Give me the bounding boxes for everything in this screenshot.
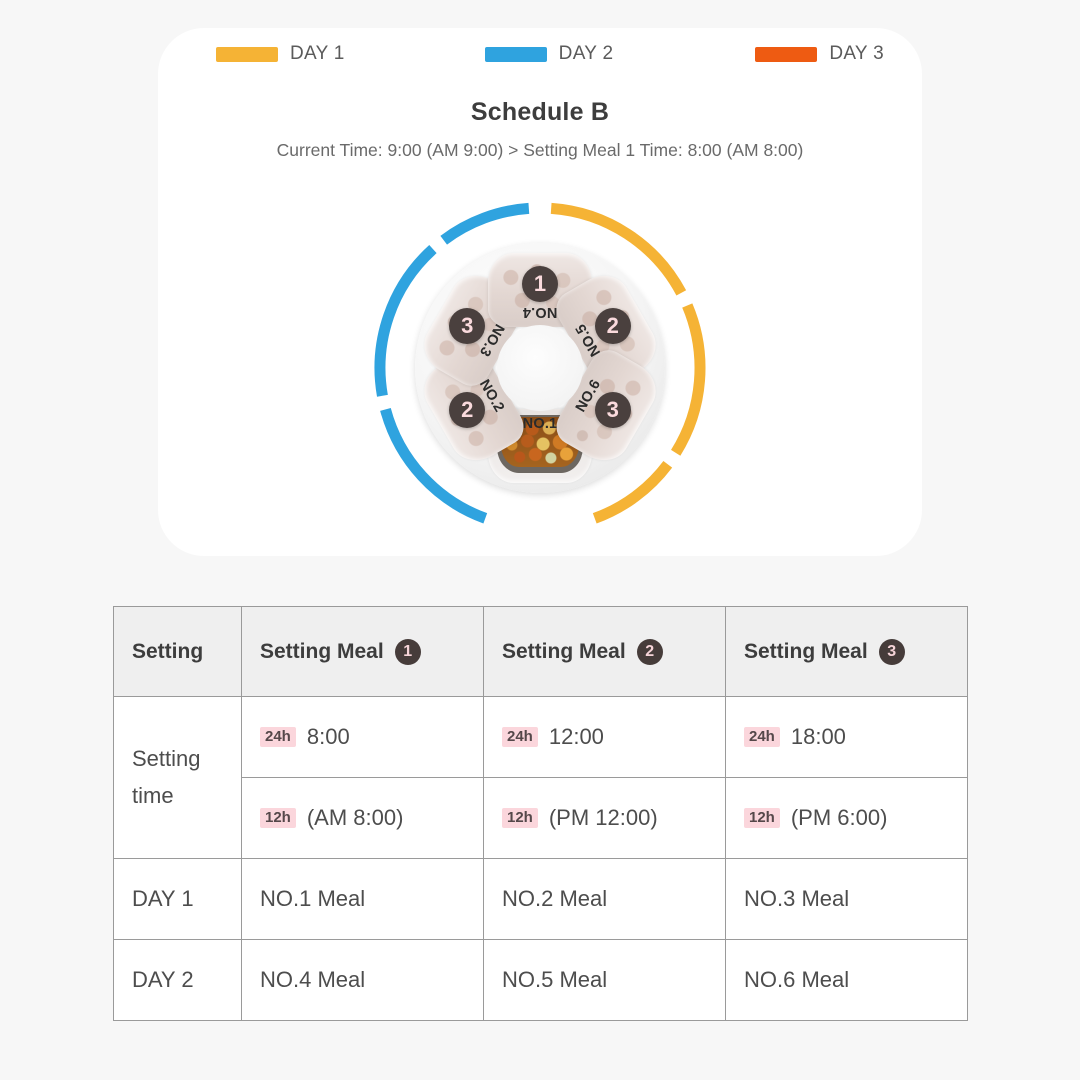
value-12h-3: (PM 6:00) [790, 805, 888, 830]
legend-label-day2: DAY 2 [558, 43, 614, 64]
schedule-title: Schedule B [470, 98, 610, 126]
day1-meal-1: NO.1 Meal [241, 858, 484, 940]
chip-24h-1: 24h [260, 727, 296, 747]
header-meal-2-badge: 2 [636, 638, 663, 665]
header-meal-3-label: Setting Meal [744, 639, 868, 663]
header-meal-1-label: Setting Meal [260, 639, 384, 663]
meal-badge-no6: 3 [594, 392, 631, 428]
cell-12h-meal-3: 12h (PM 6:00) [725, 777, 968, 859]
cell-12h-meal-2: 12h (PM 12:00) [483, 777, 726, 859]
table-row-day1: DAY 1 NO.1 Meal NO.2 Meal NO.3 Meal [113, 858, 968, 940]
chip-24h-3: 24h [744, 727, 780, 747]
compartment-label-no1: NO.1 [522, 416, 558, 432]
table-row-24h: Setting time 24h 8:00 24h 12:00 24h 18:0… [113, 696, 968, 859]
meal-badge-no5: 2 [594, 308, 631, 344]
schedule-table: Setting Setting Meal 1 Setting Meal 2 Se… [113, 606, 968, 1021]
feeder-wheel: NO.1 NO.2 NO.3 NO.4 NO.5 NO.6 23123 [365, 193, 715, 543]
legend-label-day1: DAY 1 [290, 43, 345, 64]
chip-12h-1: 12h [260, 808, 296, 828]
header-meal-1-badge: 1 [394, 638, 421, 665]
value-24h-1: 8:00 [306, 724, 350, 749]
legend-label-day3: DAY 3 [829, 43, 885, 64]
value-12h-2: (PM 12:00) [548, 805, 658, 830]
day-legend: DAY 1 DAY 2 DAY 3 [158, 36, 922, 72]
legend-swatch-day2 [484, 46, 547, 62]
day1-meal-3: NO.3 Meal [725, 858, 968, 940]
day2-meal-2: NO.5 Meal [483, 939, 726, 1021]
day1-label: DAY 1 [113, 858, 242, 940]
ring-arc-segment-4 [671, 303, 706, 456]
chip-24h-2: 24h [502, 727, 538, 747]
header-setting-meal-2: Setting Meal 2 [483, 606, 726, 697]
setting-time-label: Setting time [113, 696, 242, 859]
legend-item-day2: DAY 2 [484, 43, 614, 65]
tray-hub [497, 325, 583, 411]
cell-24h-meal-3: 24h 18:00 [725, 696, 968, 778]
table-header-row: Setting Setting Meal 1 Setting Meal 2 Se… [113, 606, 968, 697]
day2-meal-1: NO.4 Meal [241, 939, 484, 1021]
header-setting-meal-3: Setting Meal 3 [725, 606, 968, 697]
chip-12h-3: 12h [744, 808, 780, 828]
table-row-day2: DAY 2 NO.4 Meal NO.5 Meal NO.6 Meal [113, 939, 968, 1021]
header-setting-meal-1: Setting Meal 1 [241, 606, 484, 697]
cell-12h-meal-1: 12h (AM 8:00) [241, 777, 484, 859]
page-root: DAY 1 DAY 2 DAY 3 Schedule B Current Tim… [0, 0, 1080, 1080]
legend-item-day3: DAY 3 [755, 43, 884, 65]
value-24h-3: 18:00 [790, 724, 846, 749]
legend-swatch-day3 [755, 46, 818, 62]
cell-24h-meal-2: 24h 12:00 [483, 696, 726, 778]
ring-arc-segment-2 [440, 202, 530, 245]
legend-swatch-day1 [216, 46, 278, 62]
day2-label: DAY 2 [113, 939, 242, 1021]
header-meal-3-badge: 3 [878, 638, 905, 665]
header-meal-2-label: Setting Meal [502, 639, 626, 663]
legend-item-day1: DAY 1 [216, 43, 345, 65]
chip-12h-2: 12h [502, 808, 538, 828]
feeder-tray: NO.1 NO.2 NO.3 NO.4 NO.5 NO.6 23123 [414, 243, 666, 493]
value-24h-2: 12:00 [548, 724, 604, 749]
header-setting: Setting [113, 606, 242, 697]
value-12h-1: (AM 8:00) [306, 805, 404, 830]
day1-meal-2: NO.2 Meal [483, 858, 726, 940]
meal-badge-no2: 2 [449, 392, 486, 428]
meal-badge-no3: 3 [449, 308, 486, 344]
meal-badge-no4: 1 [522, 266, 558, 302]
header-setting-label: Setting [132, 639, 204, 663]
cell-24h-meal-1: 24h 8:00 [241, 696, 484, 778]
compartment-label-no4: NO.4 [522, 304, 558, 320]
table-row-12h: 12h (AM 8:00) 12h (PM 12:00) 12h (PM 6:0… [114, 777, 968, 859]
day2-meal-3: NO.6 Meal [725, 939, 968, 1021]
schedule-subtitle: Current Time: 9:00 (AM 9:00) > Setting M… [276, 140, 804, 160]
